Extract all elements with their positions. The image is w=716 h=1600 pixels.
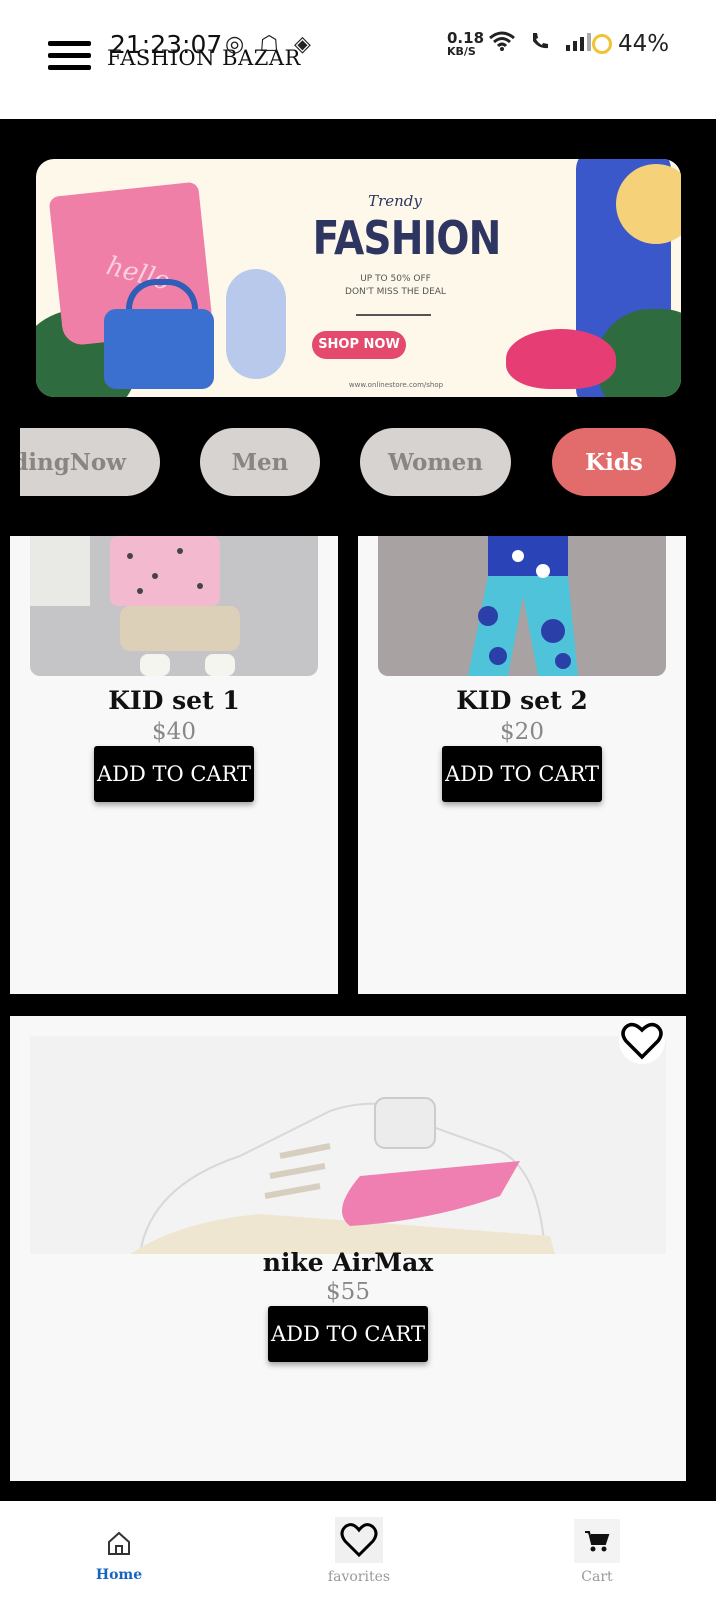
nav-home[interactable]: Home [79,1525,159,1583]
product-price: $55 [326,1279,370,1305]
bottom-navigation: Home favorites Cart [0,1501,716,1600]
heart-icon [335,1517,383,1563]
product-name: KID set 1 [108,686,240,715]
ghost-icon: ☖ [259,32,279,57]
banner-subtitle: UP TO 50% OFF DON'T MISS THE DEAL [298,273,493,299]
status-time: 21:23:07 [110,30,223,59]
banner-url: www.onlinestore.com/shop [348,381,444,389]
vpn-icon: ◎ [225,32,245,57]
banner-title: FASHION [312,211,502,265]
tab-kids[interactable]: Kids [552,428,676,496]
nav-home-label: Home [95,1567,143,1583]
product-image[interactable] [378,536,666,676]
tab-trending-now[interactable]: TrendingNow [20,428,160,496]
home-icon [103,1525,135,1561]
promo-banner[interactable]: hello Trendy FASHION UP TO 50% OFF DON'T… [36,159,681,397]
favorite-heart-icon[interactable] [619,1018,665,1064]
nav-cart-label: Cart [581,1569,613,1585]
category-tabs: TrendingNow Men Women Kids [20,428,696,496]
shop-now-button[interactable]: SHOP NOW [312,331,406,359]
banner-subtitle-line2: DON'T MISS THE DEAL [345,287,446,297]
tab-women[interactable]: Women [360,428,511,496]
banner-divider [356,314,431,316]
notification-icons: ◎ ☖ ◈ [225,32,319,57]
add-to-cart-button[interactable]: ADD TO CART [442,746,602,802]
battery-level: 44% [618,31,670,57]
connectivity-icons [488,30,598,58]
call-icon [529,33,558,58]
battery-saver-icon [592,34,612,54]
blob-decoration [226,269,286,379]
menu-icon[interactable] [48,41,91,75]
cart-icon [574,1519,620,1563]
add-to-cart-button[interactable]: ADD TO CART [94,746,254,802]
nav-cart[interactable]: Cart [557,1519,637,1585]
nav-favorites-label: favorites [327,1569,391,1585]
product-card-kid-set-1[interactable]: KID set 1 $40 ADD TO CART [10,536,338,994]
nav-favorites[interactable]: favorites [309,1517,409,1585]
tab-men[interactable]: Men [200,428,320,496]
product-price: $40 [152,719,196,745]
add-to-cart-button[interactable]: ADD TO CART [268,1306,428,1362]
product-image[interactable] [30,1036,666,1254]
product-price: $20 [500,719,544,745]
shoe-illustration [506,329,616,389]
product-card-nike-airmax[interactable]: nike AirMax $55 ADD TO CART [10,1016,686,1481]
network-speed: 0.18 KB/S [447,31,484,59]
product-name: KID set 2 [456,686,588,715]
wifi-icon [488,31,523,58]
signal-icon [564,33,592,58]
tag-icon: ◈ [293,32,311,57]
product-card-kid-set-2[interactable]: KID set 2 $20 ADD TO CART [358,536,686,994]
battery-indicator: 44% [592,31,669,57]
banner-subtitle-line1: UP TO 50% OFF [360,274,431,284]
banner-script-text: Trendy [368,192,422,210]
product-name: nike AirMax [262,1248,434,1277]
bag-illustration [104,309,214,389]
product-image[interactable] [30,536,318,676]
